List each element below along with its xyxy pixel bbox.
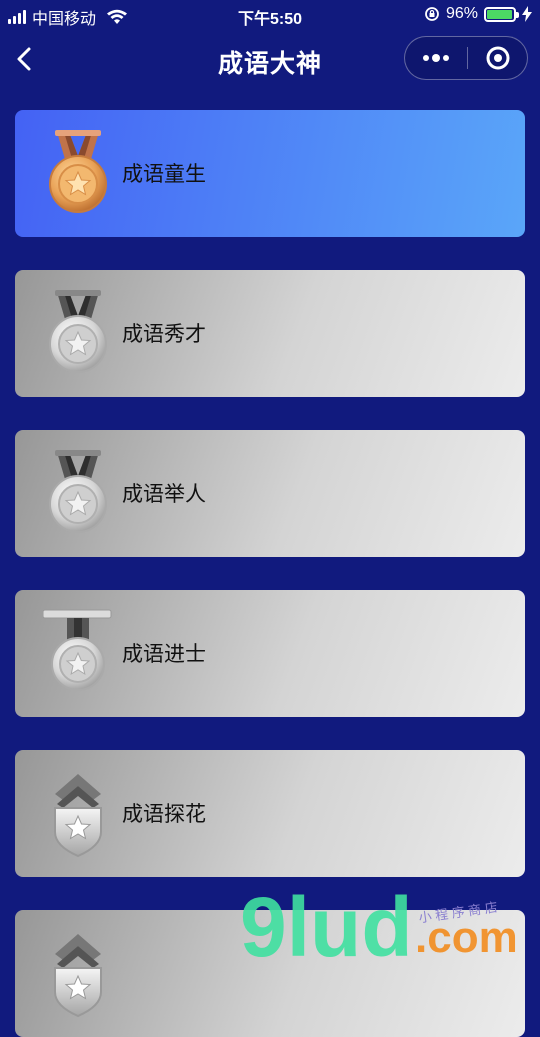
- level-card[interactable]: 成语秀才: [15, 270, 525, 397]
- silver-medal-icon: [43, 286, 113, 382]
- battery-icon: [484, 6, 519, 22]
- status-bar: 中国移动 下午5:50 96%: [0, 0, 540, 30]
- nav-bar: 成语大神: [0, 30, 540, 90]
- status-bar-right: 96%: [424, 5, 532, 23]
- rotation-lock-icon: [425, 7, 439, 21]
- level-card[interactable]: 成语童生: [15, 110, 525, 237]
- level-label: 成语进士: [122, 643, 206, 666]
- level-label: 成语童生: [122, 163, 206, 186]
- dot-icon: [432, 54, 440, 62]
- watermark-main: 9lud: [240, 880, 413, 960]
- battery-percent: 96%: [445, 5, 478, 22]
- more-options-button[interactable]: [405, 37, 467, 79]
- chevron-badge-icon: [43, 766, 113, 862]
- dot-icon: [443, 55, 449, 61]
- charging-icon: [522, 6, 532, 22]
- battery-fill: [487, 9, 512, 19]
- miniprogram-capsule: [404, 36, 528, 80]
- chevron-badge-icon: [43, 926, 113, 1022]
- level-card[interactable]: 成语举人: [15, 430, 525, 557]
- level-label: 成语秀才: [122, 323, 206, 346]
- close-miniprogram-icon[interactable]: [468, 37, 528, 79]
- level-label: 成语举人: [122, 483, 206, 506]
- level-card[interactable]: 成语进士: [15, 590, 525, 717]
- watermark-logo: 9lud .com 小 程 序 商 店: [240, 880, 518, 960]
- dot-icon: [423, 55, 429, 61]
- level-label: 成语探花: [122, 803, 206, 826]
- silver-medal-icon: [43, 446, 113, 542]
- bar-medal-icon: [42, 606, 113, 702]
- bronze-medal-icon: [43, 126, 113, 222]
- level-card[interactable]: 成语探花: [15, 750, 525, 877]
